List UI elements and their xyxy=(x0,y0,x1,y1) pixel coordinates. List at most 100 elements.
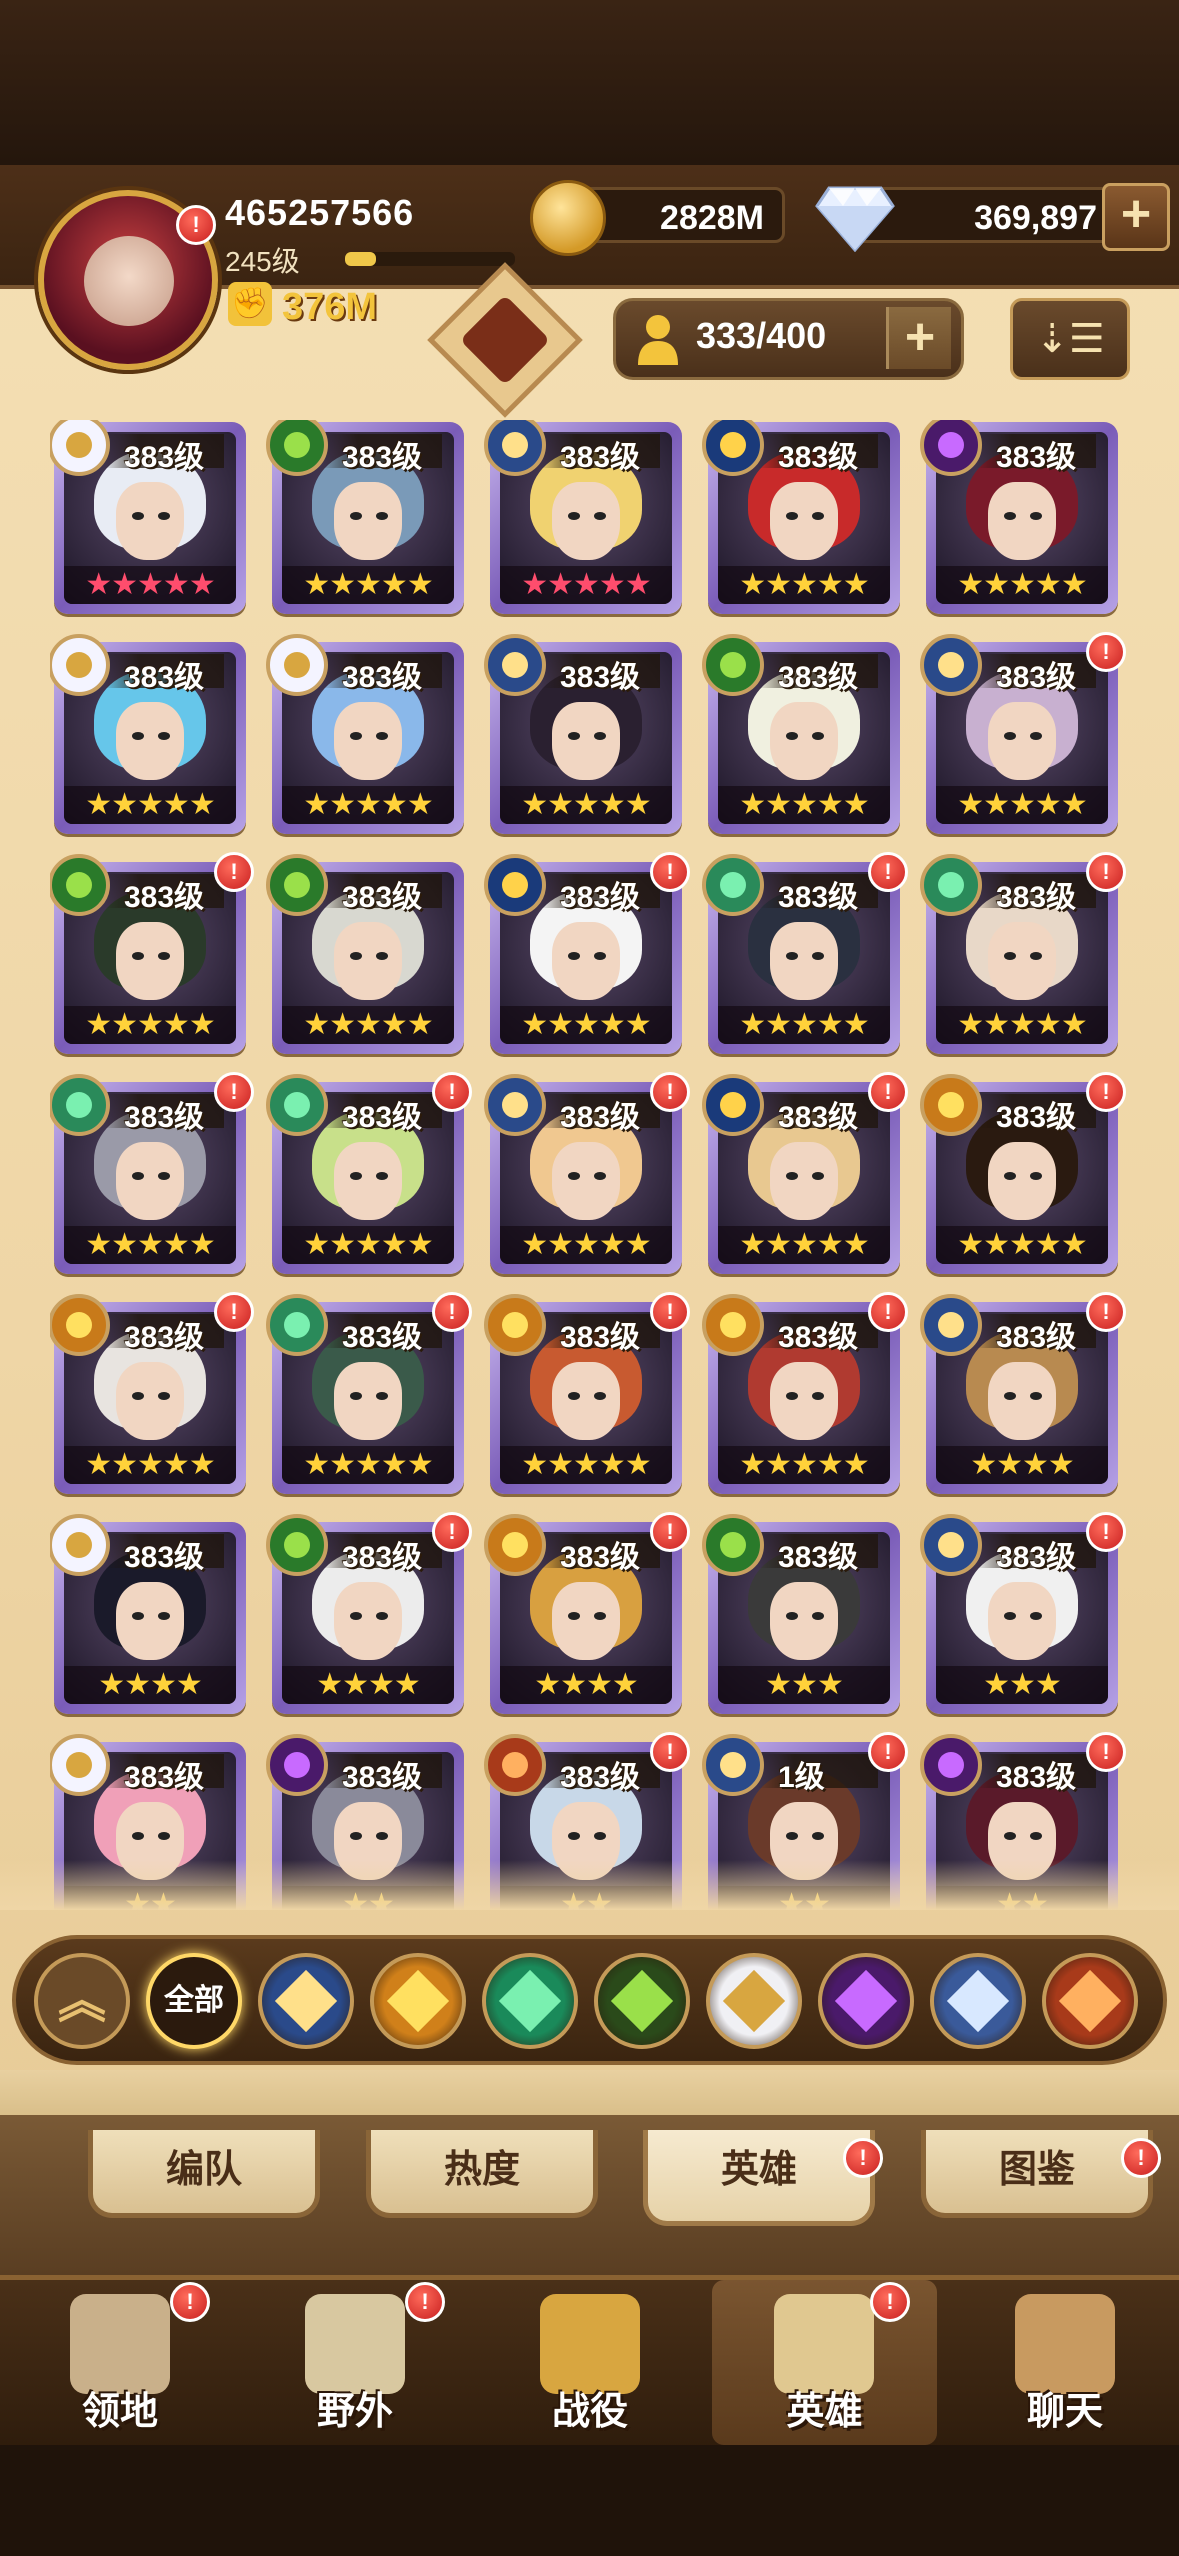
hero-count-pill: 333/400 + xyxy=(613,298,964,380)
hero-card[interactable]: 383级 ★★★★! xyxy=(484,1512,690,1714)
tab-2[interactable]: 热度 xyxy=(366,2130,598,2218)
hero-card[interactable]: 383级 ★★★★★! xyxy=(484,1292,690,1494)
hero-level: 383级 xyxy=(124,661,205,694)
hero-level: 383级 xyxy=(778,1321,859,1354)
hero-level: 383级 xyxy=(560,1321,641,1354)
hero-alert-badge: ! xyxy=(1086,632,1126,672)
diamond-icon xyxy=(815,186,895,252)
hero-level: 383级 xyxy=(342,1541,423,1574)
hero-level: 383级 xyxy=(778,661,859,694)
filter-dimensional-button[interactable] xyxy=(930,1953,1026,2049)
hero-stars: ★★★★ xyxy=(282,1666,454,1704)
filter-hypogean-button[interactable] xyxy=(818,1953,914,2049)
hero-card[interactable]: 383级 ★★★★★ xyxy=(920,420,1118,614)
hero-card[interactable]: 383级 ★★★★★! xyxy=(702,852,908,1054)
hero-card[interactable]: 383级 ★★★★! xyxy=(920,1292,1126,1494)
filter-collapse-button[interactable]: ︽ xyxy=(34,1953,130,2049)
faction-icon xyxy=(920,1294,982,1356)
hero-card[interactable]: 383级 ★★★★★ xyxy=(702,420,900,614)
hero-card[interactable]: 383级 ★★★★! xyxy=(266,1512,472,1714)
faction-icon xyxy=(484,1514,546,1576)
hero-card[interactable]: 383级 ★★★★★! xyxy=(920,632,1126,834)
faction-icon xyxy=(266,1734,328,1796)
hero-card[interactable]: 383级 ★★★★ xyxy=(50,1514,246,1714)
hero-stars: ★★★★ xyxy=(64,1666,236,1704)
hero-card[interactable]: 383级 ★★★★★! xyxy=(702,1292,908,1494)
sort-button[interactable]: ⇣☰ xyxy=(1010,298,1130,380)
hero-card[interactable]: 383级 ★★★★★ xyxy=(266,854,464,1054)
hero-card[interactable]: 383级 ★★★★★! xyxy=(50,1072,254,1274)
hero-card[interactable]: 383级 ★★★★★! xyxy=(920,1072,1126,1274)
hero-card[interactable]: 383级 ★★★★★! xyxy=(50,1292,254,1494)
tab-1[interactable]: 编队 xyxy=(88,2130,320,2218)
filter-wilder-button[interactable] xyxy=(482,1953,578,2049)
filter-celestial-button[interactable] xyxy=(706,1953,802,2049)
faction-icon xyxy=(266,1074,328,1136)
graveborn-icon xyxy=(610,1969,674,2033)
nav-icon xyxy=(70,2294,170,2394)
hero-card[interactable]: 383级 ★★★★★! xyxy=(266,1072,472,1274)
hero-card[interactable]: 383级 ★★★★★ xyxy=(484,634,682,834)
tab-4[interactable]: 图鉴 xyxy=(921,2130,1153,2218)
filter-lightbearer-button[interactable] xyxy=(258,1953,354,2049)
nav-3[interactable]: 战役 xyxy=(490,2280,690,2445)
faction-icon xyxy=(266,1514,328,1576)
hero-level: 383级 xyxy=(124,881,205,914)
hero-level: 383级 xyxy=(124,1321,205,1354)
hero-level: 383级 xyxy=(124,1101,205,1134)
nav-label: 野外 xyxy=(316,2391,393,2433)
bottom-safe-area xyxy=(0,2445,1179,2556)
faction-icon xyxy=(702,1734,764,1796)
hero-stars: ★★★★★ xyxy=(718,786,890,824)
filter-mauler-button[interactable] xyxy=(370,1953,466,2049)
filter-dragon-button[interactable] xyxy=(1042,1953,1138,2049)
expand-hero-slots-button[interactable]: + xyxy=(886,307,951,369)
faction-icon xyxy=(50,854,110,916)
hero-card[interactable]: 383级 ★★★★★! xyxy=(484,1072,690,1274)
faction-icon xyxy=(484,1734,546,1796)
hero-level: 383级 xyxy=(778,441,859,474)
hero-level: 383级 xyxy=(124,441,205,474)
hero-stars: ★★★★★ xyxy=(718,1226,890,1264)
hero-card[interactable]: 383级 ★★★★★ xyxy=(50,634,246,834)
hero-stars: ★★★★★ xyxy=(64,1006,236,1044)
hero-level: 383级 xyxy=(342,1321,423,1354)
hero-stars: ★★★★★ xyxy=(500,1006,672,1044)
hero-alert-badge: ! xyxy=(868,1072,908,1112)
faction-icon xyxy=(702,1514,764,1576)
hero-stars: ★★★★★ xyxy=(282,1226,454,1264)
hero-card[interactable]: 383级 ★★★★★! xyxy=(702,1072,908,1274)
hero-level: 383级 xyxy=(560,441,641,474)
faction-icon xyxy=(484,1074,546,1136)
hero-card[interactable]: 383级 ★★★! xyxy=(920,1512,1126,1714)
hero-card[interactable]: 383级 ★★★★★ xyxy=(484,420,682,614)
nav-icon xyxy=(1015,2294,1115,2394)
nav-5[interactable]: 聊天 xyxy=(965,2280,1165,2445)
hero-card[interactable]: 383级 ★★★★★! xyxy=(50,852,254,1054)
hero-card[interactable]: 383级 ★★★★★ xyxy=(266,420,464,614)
hero-card[interactable]: 383级 ★★★★★! xyxy=(920,852,1126,1054)
hero-card[interactable]: 383级 ★★★★★ xyxy=(50,420,246,614)
filter-all-button[interactable]: 全部 xyxy=(146,1953,242,2049)
hero-card[interactable]: 383级 ★★★★★ xyxy=(266,634,464,834)
hero-stars: ★★★★★ xyxy=(500,1226,672,1264)
hero-stars: ★★★★ xyxy=(500,1666,672,1704)
tab-3[interactable]: 英雄 xyxy=(643,2130,875,2226)
hero-level: 383级 xyxy=(996,1761,1077,1794)
hero-card[interactable]: 383级 ★★★★★ xyxy=(702,634,900,834)
add-diamonds-button[interactable]: + xyxy=(1102,183,1170,251)
hero-alert-badge: ! xyxy=(1086,1512,1126,1552)
hero-card[interactable]: 383级 ★★★ xyxy=(702,1514,900,1714)
faction-icon xyxy=(266,854,328,916)
hero-level: 1级 xyxy=(778,1761,825,1794)
faction-icon xyxy=(50,1074,110,1136)
filter-graveborn-button[interactable] xyxy=(594,1953,690,2049)
hero-alert-badge: ! xyxy=(650,1072,690,1112)
hero-level: 383级 xyxy=(342,881,423,914)
nav-label: 聊天 xyxy=(1026,2391,1103,2433)
hero-alert-badge: ! xyxy=(214,1292,254,1332)
hero-level: 383级 xyxy=(560,1101,641,1134)
hero-level: 383级 xyxy=(996,1321,1077,1354)
hero-card[interactable]: 383级 ★★★★★! xyxy=(484,852,690,1054)
hero-card[interactable]: 383级 ★★★★★! xyxy=(266,1292,472,1494)
